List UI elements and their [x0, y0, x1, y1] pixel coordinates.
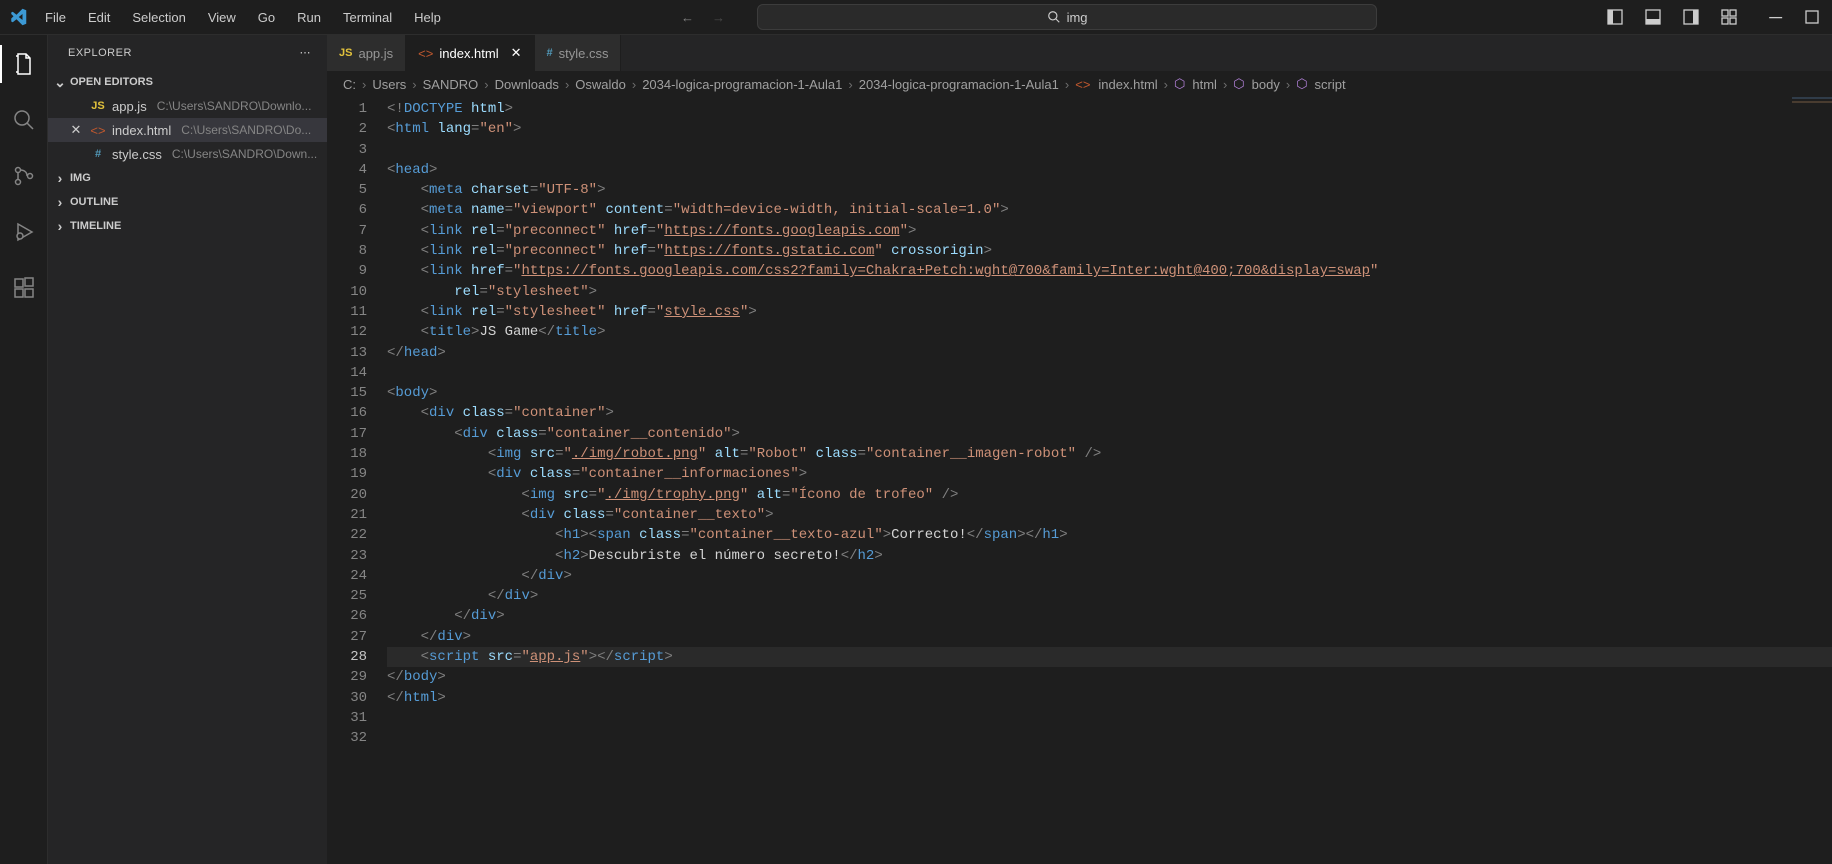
section-open-editors[interactable]: ⌄ OPEN EDITORS [48, 70, 327, 94]
css-icon: # [90, 148, 106, 160]
menu-view[interactable]: View [198, 6, 246, 29]
menu-go[interactable]: Go [248, 6, 285, 29]
tab-label: style.css [559, 46, 609, 61]
section-outline[interactable]: › OUTLINE [48, 190, 327, 214]
editor-tabs: JS app.js <> index.html ✕ # style.css [327, 35, 1832, 71]
menu-terminal[interactable]: Terminal [333, 6, 402, 29]
editor-content[interactable]: 1234567891011121314151617181920212223242… [327, 97, 1832, 864]
maximize-icon[interactable] [1804, 9, 1820, 25]
layout-panel-icon[interactable] [1645, 9, 1661, 25]
close-icon[interactable]: ✕ [511, 45, 522, 61]
section-label: TIMELINE [70, 220, 121, 232]
open-editor-index-html[interactable]: ✕ <> index.html C:\Users\SANDRO\Do... [48, 118, 327, 142]
editor-area: JS app.js <> index.html ✕ # style.css C:… [327, 35, 1832, 864]
chevron-down-icon: ⌄ [52, 74, 68, 91]
html-icon: <> [418, 46, 433, 61]
file-name: app.js [112, 99, 147, 114]
menu-bar: File Edit Selection View Go Run Terminal… [35, 6, 451, 29]
sidebar: EXPLORER ⋯ ⌄ OPEN EDITORS JS app.js C:\U… [48, 35, 327, 864]
chevron-right-icon: › [52, 170, 68, 186]
title-bar: File Edit Selection View Go Run Terminal… [0, 0, 1832, 35]
code-area[interactable]: <!DOCTYPE html><html lang="en"><head> <m… [387, 97, 1832, 864]
layout-customize-icon[interactable] [1721, 9, 1737, 25]
activity-run-debug[interactable] [0, 213, 48, 251]
open-editor-style-css[interactable]: # style.css C:\Users\SANDRO\Down... [48, 142, 327, 166]
tab-label: index.html [439, 46, 498, 61]
css-icon: # [547, 47, 553, 59]
activity-extensions[interactable] [0, 269, 48, 307]
vscode-logo [0, 8, 35, 26]
nav-forward-icon[interactable]: → [712, 10, 725, 25]
close-icon[interactable]: ✕ [68, 122, 84, 138]
menu-help[interactable]: Help [404, 6, 451, 29]
tab-index-html[interactable]: <> index.html ✕ [406, 35, 534, 71]
line-gutter: 1234567891011121314151617181920212223242… [327, 97, 387, 864]
command-center[interactable]: img [757, 4, 1377, 30]
js-icon: JS [90, 100, 106, 112]
nav-back-icon[interactable]: ← [681, 10, 694, 25]
file-path: C:\Users\SANDRO\Do... [181, 123, 311, 137]
section-label: IMG [70, 172, 91, 184]
activity-source-control[interactable] [0, 157, 48, 195]
layout-secondary-icon[interactable] [1683, 9, 1699, 25]
html-icon: <> [90, 123, 106, 138]
tab-style-css[interactable]: # style.css [535, 35, 622, 71]
tab-label: app.js [358, 46, 393, 61]
section-timeline[interactable]: › TIMELINE [48, 214, 327, 238]
breadcrumbs[interactable]: C:›Users›SANDRO›Downloads›Oswaldo›2034-l… [327, 71, 1832, 97]
search-icon [1047, 10, 1061, 24]
sidebar-header: EXPLORER ⋯ [48, 35, 327, 70]
minimap[interactable] [1792, 97, 1832, 157]
nav-arrows: ← → [681, 10, 725, 25]
file-path: C:\Users\SANDRO\Down... [172, 147, 317, 161]
titlebar-right: ─ [1607, 7, 1832, 28]
activity-search[interactable] [0, 101, 48, 139]
sidebar-title: EXPLORER [68, 47, 132, 59]
sidebar-more-icon[interactable]: ⋯ [300, 46, 312, 59]
section-label: OUTLINE [70, 196, 118, 208]
js-icon: JS [339, 47, 352, 59]
chevron-right-icon: › [52, 218, 68, 234]
menu-file[interactable]: File [35, 6, 76, 29]
activity-explorer[interactable] [0, 45, 48, 83]
file-path: C:\Users\SANDRO\Downlo... [157, 99, 312, 113]
layout-primary-icon[interactable] [1607, 9, 1623, 25]
file-name: style.css [112, 147, 162, 162]
activity-bar [0, 35, 48, 864]
menu-selection[interactable]: Selection [122, 6, 195, 29]
chevron-right-icon: › [52, 194, 68, 210]
tab-app-js[interactable]: JS app.js [327, 35, 406, 71]
section-img[interactable]: › IMG [48, 166, 327, 190]
file-name: index.html [112, 123, 171, 138]
open-editor-app-js[interactable]: JS app.js C:\Users\SANDRO\Downlo... [48, 94, 327, 118]
menu-edit[interactable]: Edit [78, 6, 120, 29]
open-editors-label: OPEN EDITORS [70, 76, 153, 88]
minimize-icon[interactable]: ─ [1769, 7, 1782, 28]
search-value: img [1067, 10, 1088, 25]
menu-run[interactable]: Run [287, 6, 331, 29]
